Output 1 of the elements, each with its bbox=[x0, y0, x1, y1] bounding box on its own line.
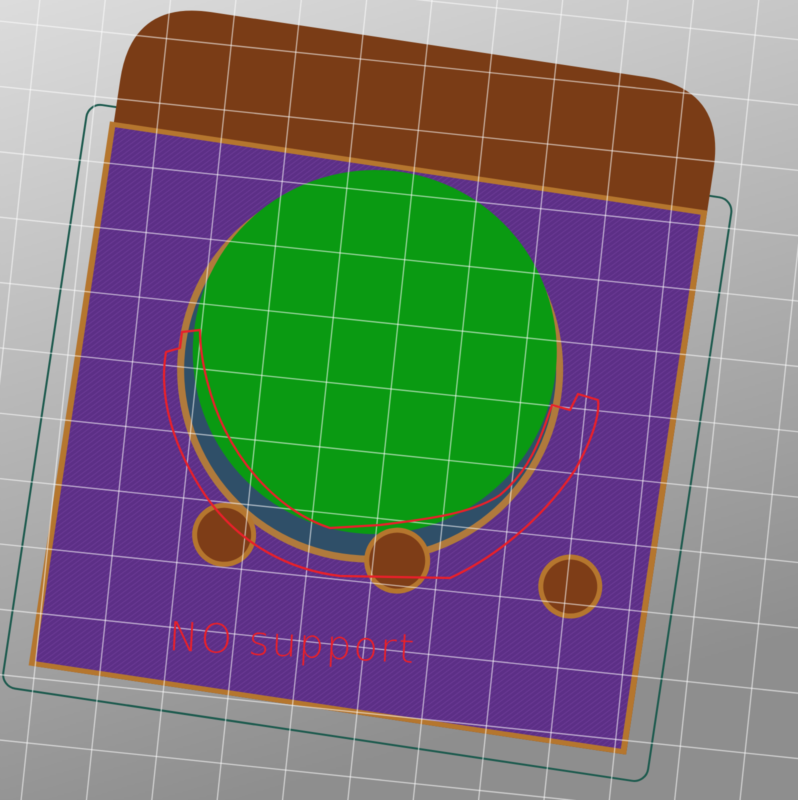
annotation-text: NO support bbox=[167, 614, 418, 673]
